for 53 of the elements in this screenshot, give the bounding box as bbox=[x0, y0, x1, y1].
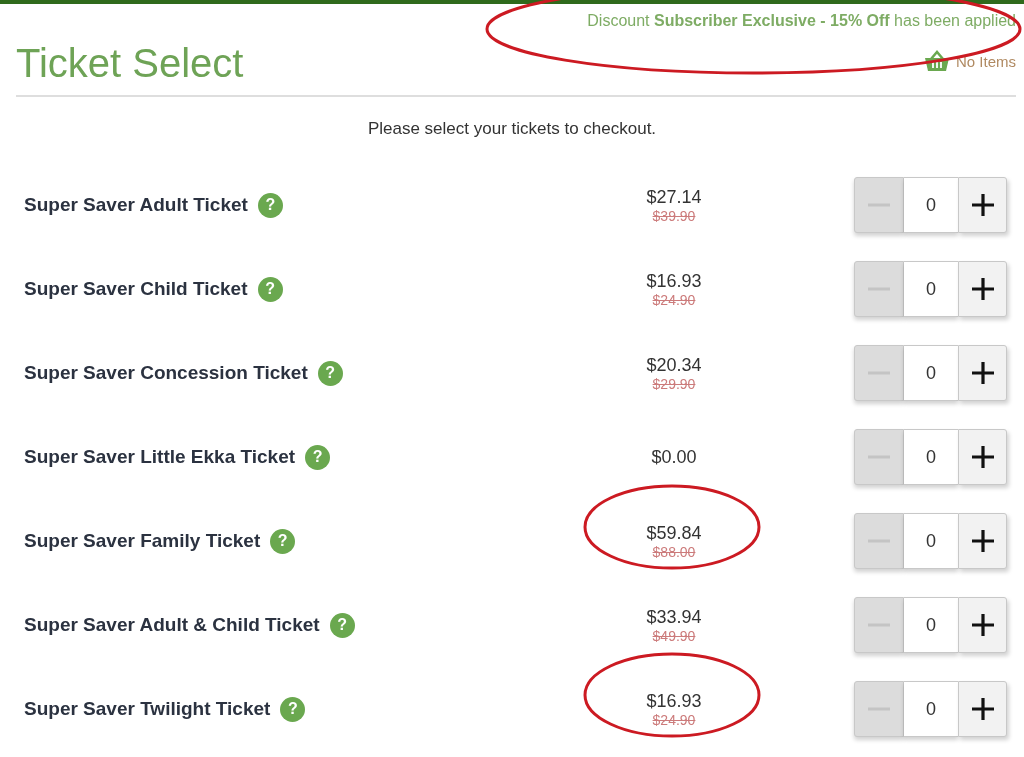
help-icon[interactable]: ? bbox=[280, 696, 306, 722]
basket-icon[interactable] bbox=[924, 50, 950, 72]
original-price: $24.90 bbox=[652, 711, 696, 728]
help-icon[interactable]: ? bbox=[270, 528, 296, 554]
original-price: $88.00 bbox=[652, 543, 696, 560]
plus-icon bbox=[970, 529, 995, 553]
quantity-field[interactable]: 0 bbox=[904, 261, 958, 317]
ticket-price: $33.94 bbox=[646, 606, 702, 628]
increase-button[interactable] bbox=[958, 681, 1007, 737]
original-price: $29.90 bbox=[652, 375, 696, 392]
increase-button[interactable] bbox=[958, 597, 1007, 653]
increase-button[interactable] bbox=[958, 261, 1007, 317]
ticket-price: $20.34 bbox=[646, 354, 702, 376]
ticket-price: $16.93 bbox=[646, 270, 702, 292]
page-title: Ticket Select bbox=[16, 40, 244, 86]
ticket-name: Super Saver Little Ekka Ticket bbox=[24, 446, 296, 468]
increase-button[interactable] bbox=[958, 513, 1007, 569]
ticket-name: Super Saver Family Ticket bbox=[24, 530, 261, 552]
ticket-name: Super Saver Concession Ticket bbox=[24, 362, 308, 384]
original-price: $24.90 bbox=[652, 291, 696, 308]
help-icon[interactable]: ? bbox=[257, 192, 283, 218]
quantity-field[interactable]: 0 bbox=[904, 429, 958, 485]
cart-status[interactable]: No Items bbox=[956, 52, 1016, 70]
quantity-field[interactable]: 0 bbox=[904, 513, 958, 569]
ticket-price: $59.84 bbox=[646, 522, 702, 544]
plus-icon bbox=[970, 193, 995, 217]
plus-icon bbox=[970, 445, 995, 469]
plus-icon bbox=[970, 697, 995, 721]
quantity-field[interactable]: 0 bbox=[904, 177, 958, 233]
increase-button[interactable] bbox=[958, 177, 1007, 233]
ticket-price: $16.93 bbox=[646, 690, 702, 712]
increase-button[interactable] bbox=[958, 429, 1007, 485]
original-price: $49.90 bbox=[652, 627, 696, 644]
ticket-price: $0.00 bbox=[651, 446, 697, 468]
ticket-name: Super Saver Adult & Child Ticket bbox=[24, 614, 320, 636]
help-icon[interactable]: ? bbox=[329, 612, 355, 638]
increase-button[interactable] bbox=[958, 345, 1007, 401]
help-icon[interactable]: ? bbox=[257, 276, 283, 302]
instructions: Please select your tickets to checkout. bbox=[366, 119, 658, 139]
ticket-name: Super Saver Child Ticket bbox=[24, 278, 248, 300]
help-icon[interactable]: ? bbox=[317, 360, 343, 386]
original-price: $39.90 bbox=[652, 207, 696, 224]
plus-icon bbox=[970, 277, 995, 301]
quantity-field[interactable]: 0 bbox=[904, 681, 958, 737]
plus-icon bbox=[970, 613, 995, 637]
ticket-name: Super Saver Twilight Ticket bbox=[24, 698, 271, 720]
help-icon[interactable]: ? bbox=[305, 444, 331, 470]
quantity-field[interactable]: 0 bbox=[904, 597, 958, 653]
quantity-field[interactable]: 0 bbox=[904, 345, 958, 401]
discount-notice: Discount Subscriber Exclusive - 15% Off has been applied bbox=[586, 11, 1016, 30]
ticket-name: Super Saver Adult Ticket bbox=[24, 194, 248, 216]
plus-icon bbox=[970, 361, 995, 385]
ticket-price: $27.14 bbox=[646, 186, 702, 208]
